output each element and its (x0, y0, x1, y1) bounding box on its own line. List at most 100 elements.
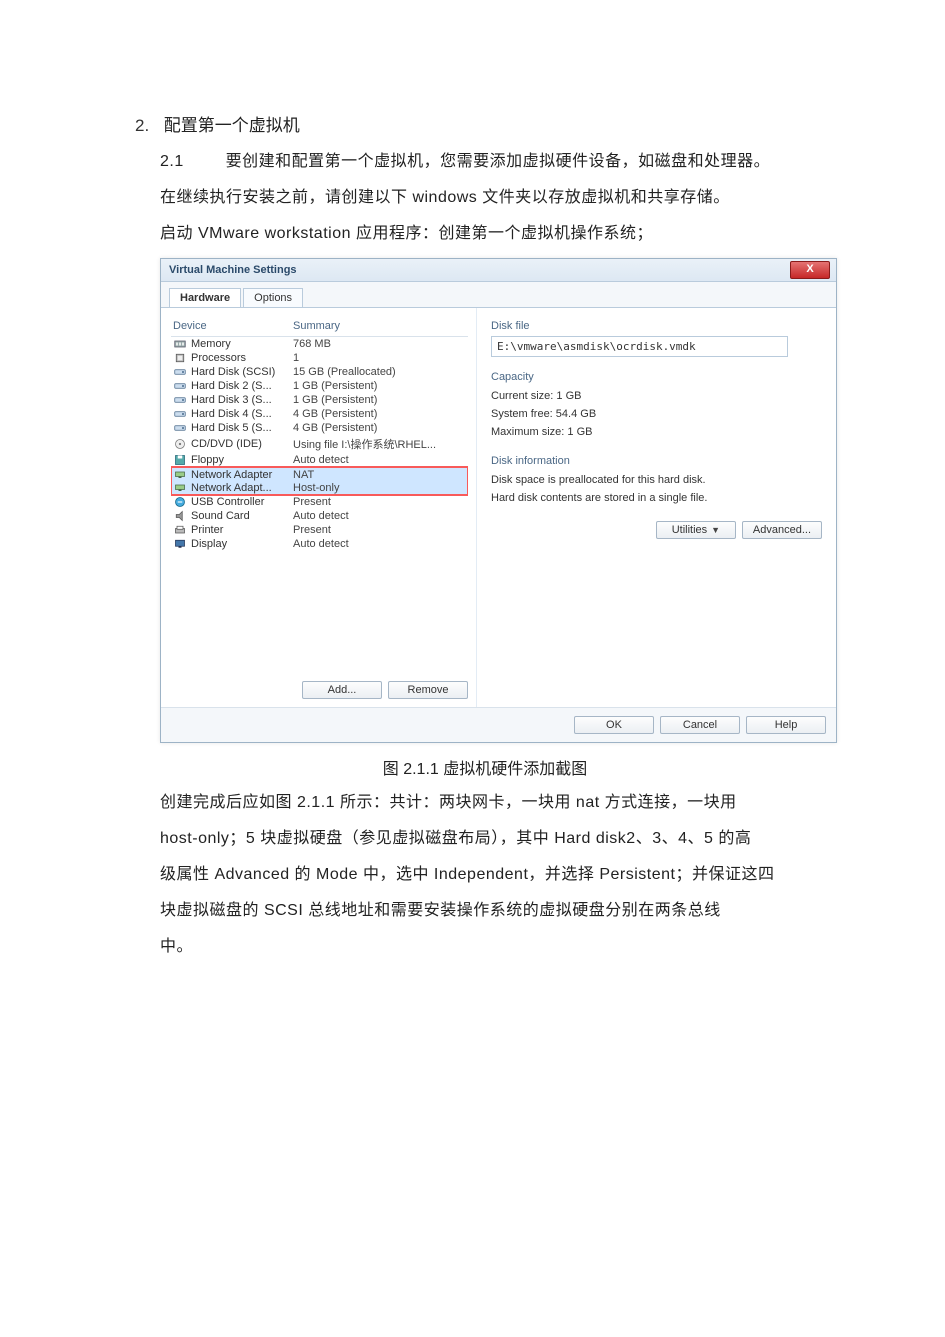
device-summary: 1 (293, 352, 468, 364)
help-button[interactable]: Help (746, 716, 826, 734)
device-name: Floppy (191, 454, 224, 466)
device-row-hd4[interactable]: Hard Disk 4 (S... 4 GB (Persistent) (171, 407, 468, 421)
device-row-memory[interactable]: Memory 768 MB (171, 337, 468, 351)
device-summary: Present (293, 496, 468, 508)
paragraph-after-1: 创建完成后应如图 2.1.1 所示：共计：两块网卡，一块用 nat 方式连接，一… (160, 787, 835, 819)
subsec-number: 2.1 (160, 153, 184, 170)
paragraph-after-2: host-only；5 块虚拟硬盘（参见虚拟磁盘布局），其中 Hard disk… (160, 823, 835, 855)
device-name: USB Controller (191, 496, 264, 508)
device-summary: 1 GB (Persistent) (293, 394, 468, 406)
paragraph-2-1a: 2.1 要创建和配置第一个虚拟机，您需要添加虚拟硬件设备，如磁盘和处理器。 (160, 146, 835, 178)
device-list-buttons: Add... Remove (171, 671, 468, 699)
device-name: Display (191, 538, 227, 550)
device-summary: Host-only (293, 482, 468, 494)
device-row-usb[interactable]: USB Controller Present (171, 495, 468, 509)
floppy-icon (173, 454, 187, 466)
device-name: Hard Disk 4 (S... (191, 408, 272, 420)
tab-options[interactable]: Options (243, 288, 303, 307)
device-details-panel: Disk file E:\vmware\asmdisk\ocrdisk.vmdk… (476, 308, 836, 707)
cd-icon (173, 438, 187, 450)
col-device: Device (173, 320, 293, 332)
device-summary: 4 GB (Persistent) (293, 422, 468, 434)
disk-icon (173, 380, 187, 392)
max-size: Maximum size: 1 GB (491, 423, 822, 441)
device-list[interactable]: Memory 768 MB Processors 1 Hard Disk (SC… (171, 337, 468, 671)
utilities-label: Utilities (672, 524, 707, 536)
device-name: Hard Disk 2 (S... (191, 380, 272, 392)
device-summary: NAT (293, 469, 468, 481)
section-heading: 2. 配置第一个虚拟机 (135, 110, 835, 142)
device-row-sound[interactable]: Sound Card Auto detect (171, 509, 468, 523)
disk-icon (173, 422, 187, 434)
device-summary: 768 MB (293, 338, 468, 350)
device-name: Processors (191, 352, 246, 364)
paragraph-after-3: 级属性 Advanced 的 Mode 中，选中 Independent，并选择… (160, 859, 835, 891)
device-name: Hard Disk (SCSI) (191, 366, 275, 378)
remove-button[interactable]: Remove (388, 681, 468, 699)
device-summary: 15 GB (Preallocated) (293, 366, 468, 378)
dialog-title: Virtual Machine Settings (169, 264, 297, 276)
device-name: Hard Disk 5 (S... (191, 422, 272, 434)
disk-icon (173, 408, 187, 420)
figure-caption: 图 2.1.1 虚拟机硬件添加截图 (135, 755, 835, 779)
device-row-hd3[interactable]: Hard Disk 3 (S... 1 GB (Persistent) (171, 393, 468, 407)
paragraph-text: 要创建和配置第一个虚拟机，您需要添加虚拟硬件设备，如磁盘和处理器。 (226, 153, 771, 170)
device-list-header: Device Summary (171, 316, 468, 337)
dropdown-caret-icon: ▼ (711, 525, 720, 535)
group-diskinfo: Disk information Disk space is prealloca… (491, 455, 822, 507)
sound-icon (173, 510, 187, 522)
device-row-hd2[interactable]: Hard Disk 2 (S... 1 GB (Persistent) (171, 379, 468, 393)
window-close-button[interactable]: X (790, 261, 830, 279)
device-summary: 1 GB (Persistent) (293, 380, 468, 392)
paragraph-2-1b: 在继续执行安装之前，请创建以下 windows 文件夹以存放虚拟机和共享存储。 (160, 182, 835, 214)
device-row-processors[interactable]: Processors 1 (171, 351, 468, 365)
device-summary: Present (293, 524, 468, 536)
diskinfo-line1: Disk space is preallocated for this hard… (491, 471, 822, 489)
advanced-button[interactable]: Advanced... (742, 521, 822, 539)
disk-icon (173, 366, 187, 378)
device-row-hd1[interactable]: Hard Disk (SCSI) 15 GB (Preallocated) (171, 365, 468, 379)
device-name: Printer (191, 524, 223, 536)
add-button[interactable]: Add... (302, 681, 382, 699)
device-name: Network Adapt... (191, 482, 272, 494)
section-title: 配置第一个虚拟机 (164, 116, 300, 135)
group-title: Disk file (491, 320, 822, 332)
dialog-footer: OK Cancel Help (161, 707, 836, 742)
network-icon (173, 482, 187, 494)
ok-button[interactable]: OK (574, 716, 654, 734)
device-summary: Auto detect (293, 510, 468, 522)
tab-hardware[interactable]: Hardware (169, 288, 241, 307)
group-title: Disk information (491, 455, 822, 467)
device-row-hd5[interactable]: Hard Disk 5 (S... 4 GB (Persistent) (171, 421, 468, 435)
group-capacity: Capacity Current size: 1 GB System free:… (491, 371, 822, 441)
current-size: Current size: 1 GB (491, 387, 822, 405)
device-name: Sound Card (191, 510, 250, 522)
printer-icon (173, 524, 187, 536)
memory-icon (173, 338, 187, 350)
device-summary: Auto detect (293, 538, 468, 550)
device-summary: Using file I:\操作系统\RHEL... (293, 436, 468, 452)
usb-icon (173, 496, 187, 508)
device-row-network-selected[interactable]: Network Adapter NAT Network Adapt... Hos… (171, 467, 468, 495)
cpu-icon (173, 352, 187, 364)
device-name: CD/DVD (IDE) (191, 438, 262, 450)
diskfile-path-input[interactable]: E:\vmware\asmdisk\ocrdisk.vmdk (491, 336, 788, 357)
utilities-button[interactable]: Utilities ▼ (656, 521, 736, 539)
screenshot-figure: Virtual Machine Settings X Hardware Opti… (160, 258, 835, 743)
dialog-titlebar[interactable]: Virtual Machine Settings X (161, 259, 836, 282)
device-row-floppy[interactable]: Floppy Auto detect (171, 453, 468, 467)
device-summary: 4 GB (Persistent) (293, 408, 468, 420)
paragraph-2-1c: 启动 VMware workstation 应用程序：创建第一个虚拟机操作系统； (160, 218, 835, 250)
device-name: Network Adapter (191, 469, 272, 481)
vm-settings-dialog: Virtual Machine Settings X Hardware Opti… (160, 258, 837, 743)
device-row-printer[interactable]: Printer Present (171, 523, 468, 537)
device-row-display[interactable]: Display Auto detect (171, 537, 468, 551)
list-spacer (171, 551, 468, 671)
device-name: Hard Disk 3 (S... (191, 394, 272, 406)
group-title: Capacity (491, 371, 822, 383)
document-page: 2. 配置第一个虚拟机 2.1 要创建和配置第一个虚拟机，您需要添加虚拟硬件设备… (0, 0, 945, 1337)
device-name: Memory (191, 338, 231, 350)
cancel-button[interactable]: Cancel (660, 716, 740, 734)
network-icon (173, 469, 187, 481)
device-row-cd[interactable]: CD/DVD (IDE) Using file I:\操作系统\RHEL... (171, 435, 468, 453)
